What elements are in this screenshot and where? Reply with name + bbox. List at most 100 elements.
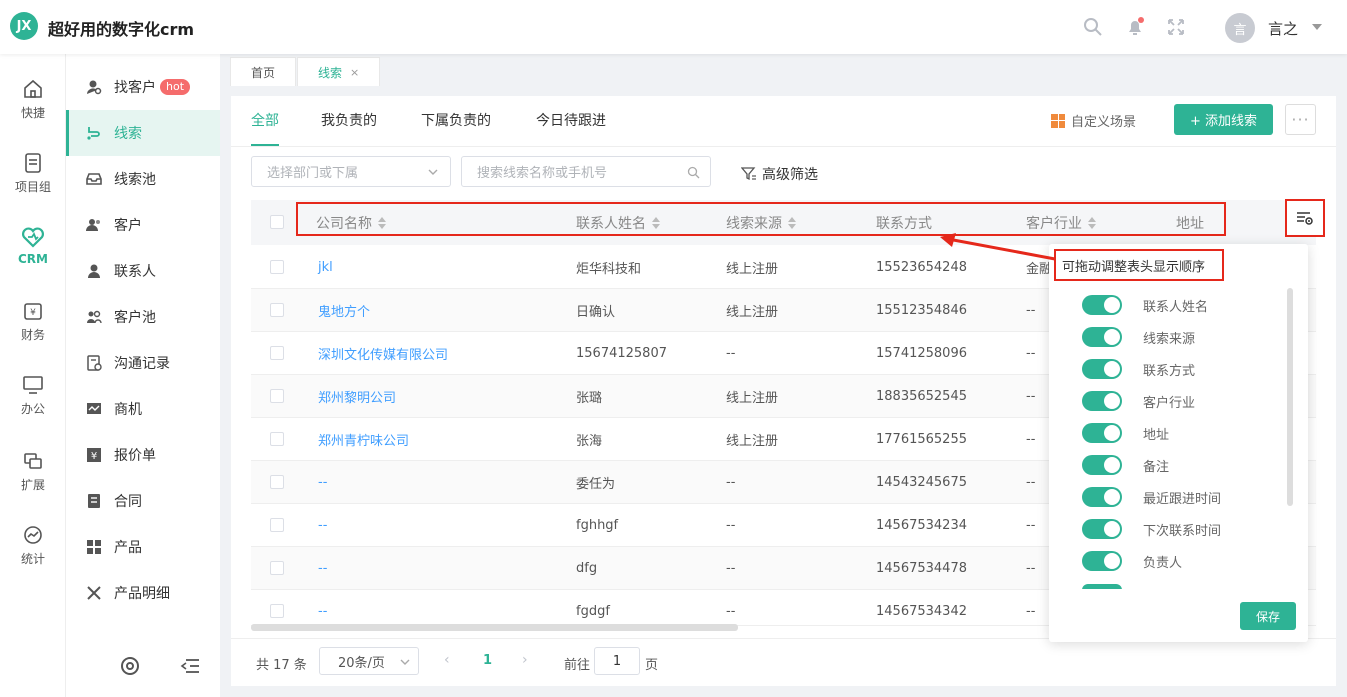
custom-scene-button[interactable]: 自定义场景	[1051, 111, 1136, 130]
app-logo: JX	[10, 12, 38, 40]
column-toggle[interactable]: 客户行业	[1082, 385, 1195, 417]
fullscreen-icon[interactable]	[1166, 17, 1186, 37]
sidebar-item-contract[interactable]: 合同	[66, 478, 220, 524]
filter-tab-mine[interactable]: 我负责的	[321, 110, 377, 140]
company-name-link[interactable]: --	[318, 504, 327, 547]
next-page-icon[interactable]: ›	[522, 652, 528, 668]
contact-icon	[86, 263, 102, 279]
rail-item-crm[interactable]: CRM	[0, 226, 66, 266]
row-checkbox[interactable]	[270, 260, 284, 274]
close-icon[interactable]: ×	[350, 66, 359, 79]
rail-item-finance[interactable]: ¥ 财务	[0, 300, 66, 343]
settings-icon[interactable]	[120, 656, 140, 680]
row-checkbox[interactable]	[270, 389, 284, 403]
toggle-switch[interactable]	[1082, 391, 1122, 411]
row-checkbox[interactable]	[270, 475, 284, 489]
sidebar-item-label: 报价单	[114, 448, 156, 464]
column-toggle[interactable]: 下次联系时间	[1082, 513, 1221, 545]
company-name-link[interactable]: --	[318, 590, 327, 625]
filter-tab-today-follow[interactable]: 今日待跟进	[536, 110, 606, 140]
rail-label: 财务	[20, 328, 45, 342]
select-all-checkbox[interactable]	[270, 215, 284, 229]
sidebar-item-quote[interactable]: ¥ 报价单	[66, 432, 220, 478]
customer-pool-icon	[86, 309, 102, 325]
avatar[interactable]: 言	[1225, 13, 1255, 43]
column-toggle[interactable]: 联系人姓名	[1082, 289, 1208, 321]
username[interactable]: 言之	[1268, 18, 1298, 39]
company-name-link[interactable]: 郑州黎明公司	[318, 375, 396, 418]
row-checkbox[interactable]	[270, 604, 284, 618]
sidebar-item-lead[interactable]: 线索	[66, 110, 220, 156]
sidebar-item-record[interactable]: 沟通记录	[66, 340, 220, 386]
column-toggle[interactable]: 负责人	[1082, 545, 1182, 577]
chevron-down-icon[interactable]	[1312, 24, 1322, 30]
rail-item-home[interactable]: 快捷	[0, 78, 66, 121]
sidebar-item-customer-pool[interactable]: 客户池	[66, 294, 220, 340]
find-customer-icon	[86, 79, 102, 95]
company-name-link[interactable]: 郑州青柠味公司	[318, 418, 409, 461]
search-input[interactable]: 搜索线索名称或手机号	[461, 156, 711, 187]
toggle-switch[interactable]	[1082, 487, 1122, 507]
goto-page-input[interactable]: 1	[594, 647, 640, 675]
row-checkbox[interactable]	[270, 518, 284, 532]
company-name-link[interactable]: --	[318, 461, 327, 504]
row-checkbox[interactable]	[270, 432, 284, 446]
company-name-link[interactable]: jkl	[318, 246, 333, 289]
sidebar-item-find-customer[interactable]: 找客户 hot	[66, 64, 220, 110]
toggle-switch[interactable]	[1082, 423, 1122, 443]
rail-item-office[interactable]: 办公	[0, 374, 66, 417]
sidebar-item-label: 产品	[114, 540, 142, 556]
horizontal-scrollbar[interactable]	[251, 624, 738, 631]
column-toggle[interactable]: 线索来源	[1082, 321, 1195, 353]
sidebar-item-contact[interactable]: 联系人	[66, 248, 220, 294]
more-icon[interactable]: ···	[1285, 104, 1316, 135]
column-toggle-label: 客户行业	[1143, 395, 1196, 411]
sidebar-item-lead-pool[interactable]: 线索池	[66, 156, 220, 202]
toggle-switch[interactable]	[1082, 359, 1122, 379]
column-toggle[interactable]: 地址	[1082, 417, 1169, 449]
advanced-filter-button[interactable]: 高级筛选	[741, 164, 818, 184]
column-settings-button[interactable]	[1285, 199, 1325, 237]
column-toggle[interactable]: 备注	[1082, 449, 1169, 481]
add-lead-button[interactable]: + 添加线索	[1174, 104, 1273, 135]
page-unit-label: 页	[645, 658, 659, 673]
bell-icon[interactable]	[1125, 17, 1145, 37]
sidebar-item-label: 联系人	[114, 264, 156, 280]
sidebar-item-product[interactable]: 产品	[66, 524, 220, 570]
sidebar-item-customer[interactable]: 客户	[66, 202, 220, 248]
company-name-link[interactable]: 鬼地方个	[318, 289, 370, 332]
company-name-link[interactable]: 深圳文化传媒有限公司	[318, 332, 448, 375]
filter-tab-subordinate[interactable]: 下属负责的	[421, 110, 491, 140]
sidebar-item-label: 合同	[114, 494, 142, 510]
toggle-switch[interactable]	[1082, 295, 1122, 315]
row-checkbox[interactable]	[270, 561, 284, 575]
company-name-link[interactable]: --	[318, 547, 327, 590]
toggle-switch[interactable]	[1082, 455, 1122, 475]
column-toggle[interactable]: 联系方式	[1082, 353, 1195, 385]
rail-item-extension[interactable]: 扩展	[0, 450, 66, 493]
column-toggle[interactable]: 最近跟进时间	[1082, 481, 1221, 513]
record-icon	[86, 355, 102, 371]
column-toggle-label: 备注	[1143, 459, 1170, 475]
rail-item-project[interactable]: 项目组	[0, 152, 66, 195]
save-button[interactable]: 保存	[1240, 602, 1296, 630]
popover-scrollbar[interactable]	[1287, 288, 1293, 506]
filter-tab-all[interactable]: 全部	[251, 110, 279, 146]
dept-select[interactable]: 选择部门或下属	[251, 156, 451, 187]
toggle-switch[interactable]	[1082, 551, 1122, 571]
row-checkbox[interactable]	[270, 303, 284, 317]
sidebar-item-product-detail[interactable]: 产品明细	[66, 570, 220, 616]
row-checkbox[interactable]	[270, 346, 284, 360]
collapse-menu-icon[interactable]	[180, 658, 200, 678]
current-page[interactable]: 1	[483, 653, 492, 668]
page-size-select[interactable]: 20条/页	[319, 647, 419, 675]
prev-page-icon[interactable]: ‹	[444, 652, 450, 668]
sidebar-item-opportunity[interactable]: 商机	[66, 386, 220, 432]
rail-item-stats[interactable]: 统计	[0, 524, 66, 567]
toggle-switch[interactable]	[1082, 327, 1122, 347]
tab-lead[interactable]: 线索 ×	[297, 57, 381, 86]
toggle-switch[interactable]	[1082, 519, 1122, 539]
search-icon[interactable]	[1083, 17, 1103, 37]
tab-home[interactable]: 首页	[230, 57, 297, 86]
phone: 14543245675	[876, 475, 967, 490]
